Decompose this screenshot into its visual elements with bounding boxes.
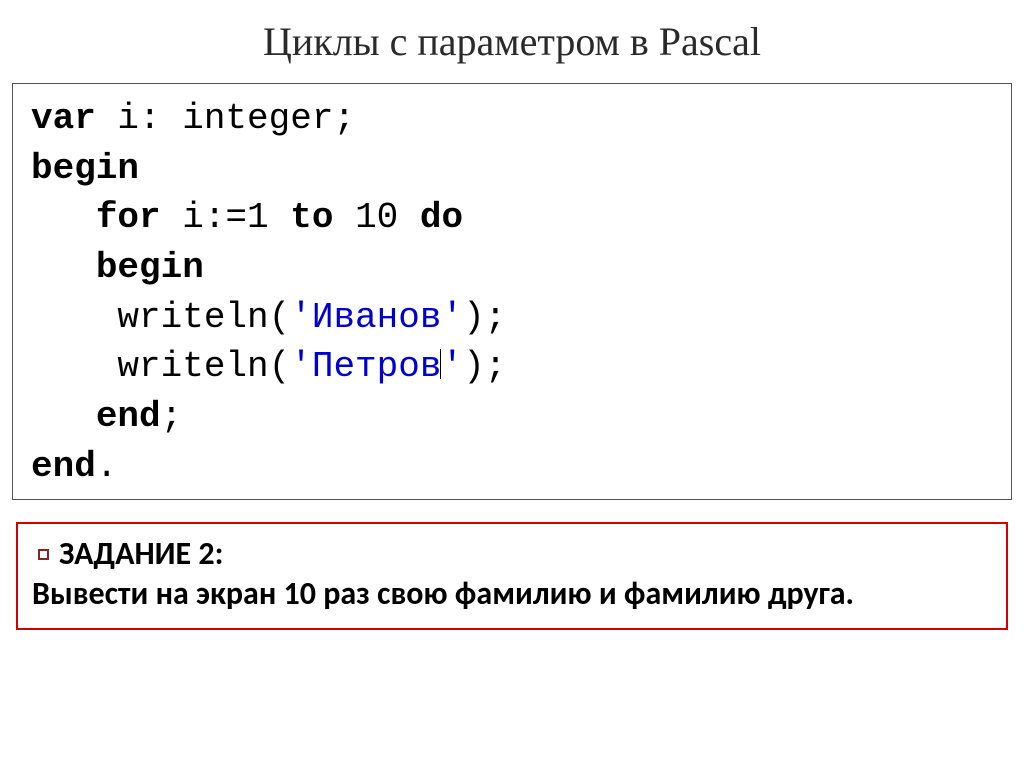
- string-literal: 'Петров: [290, 346, 441, 387]
- code-text: 10: [333, 197, 419, 238]
- task-box: ЗАДАНИЕ 2: Вывести на экран 10 раз свою …: [16, 522, 1008, 630]
- code-line-2: begin: [31, 144, 993, 194]
- keyword-for: for: [96, 197, 161, 238]
- task-text: Вывести на экран 10 раз свою фамилию и ф…: [32, 574, 992, 614]
- code-text: i: integer;: [96, 98, 355, 139]
- code-text: );: [463, 346, 506, 387]
- code-line-1: var i: integer;: [31, 94, 993, 144]
- code-text: i:=1: [161, 197, 291, 238]
- slide-title: Циклы с параметром в Pascal: [0, 0, 1024, 75]
- keyword-begin-inner: begin: [96, 247, 204, 288]
- code-line-8: end.: [31, 442, 993, 492]
- code-text: writeln(: [31, 297, 290, 338]
- keyword-end: end: [31, 446, 96, 487]
- bullet-icon: [38, 549, 49, 560]
- keyword-var: var: [31, 98, 96, 139]
- code-text: writeln(: [31, 346, 290, 387]
- task-header-line: ЗАДАНИЕ 2:: [32, 534, 992, 574]
- string-literal: ': [441, 346, 463, 387]
- string-literal: 'Иванов': [290, 297, 463, 338]
- keyword-begin: begin: [31, 148, 139, 189]
- code-line-3: for i:=1 to 10 do: [31, 193, 993, 243]
- text-cursor-icon: [440, 349, 441, 379]
- keyword-to: to: [290, 197, 333, 238]
- code-text: ;: [161, 396, 183, 437]
- code-example: var i: integer; begin for i:=1 to 10 do …: [12, 83, 1012, 500]
- code-line-4: begin: [31, 243, 993, 293]
- code-text: );: [463, 297, 506, 338]
- code-line-5: writeln('Иванов');: [31, 293, 993, 343]
- keyword-do: do: [420, 197, 463, 238]
- code-line-6: writeln('Петров');: [31, 342, 993, 392]
- task-label: ЗАДАНИЕ 2:: [59, 534, 223, 573]
- keyword-end-inner: end: [96, 396, 161, 437]
- code-text: .: [96, 446, 118, 487]
- code-line-7: end;: [31, 392, 993, 442]
